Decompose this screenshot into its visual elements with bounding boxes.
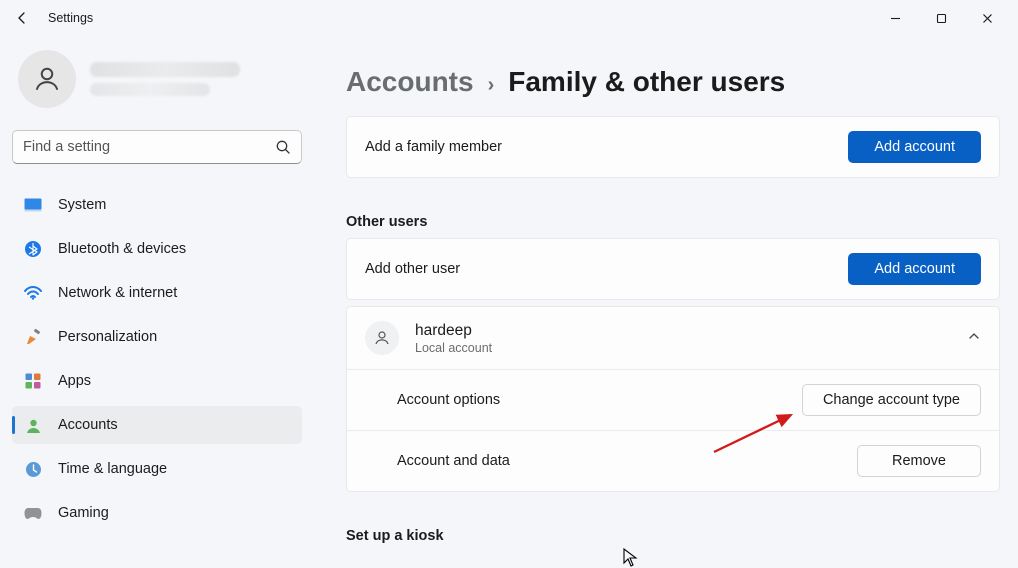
sidebar-item-label: Gaming [58,505,109,521]
add-other-user-label: Add other user [365,261,848,277]
add-other-user-row: Add other user Add account [347,239,999,299]
person-icon [32,64,62,94]
add-other-user-button[interactable]: Add account [848,253,981,285]
add-family-label: Add a family member [365,139,848,155]
profile-text-redacted [90,62,296,96]
profile-block[interactable] [12,36,302,126]
user-avatar [365,321,399,355]
close-button[interactable] [964,4,1010,32]
search-box[interactable] [12,130,302,164]
add-family-button[interactable]: Add account [848,131,981,163]
bluetooth-icon [24,240,42,258]
system-icon [24,196,42,214]
remove-account-button[interactable]: Remove [857,445,981,477]
account-options-row: Account options Change account type [347,369,999,430]
sidebar-item-bluetooth[interactable]: Bluetooth & devices [12,230,302,268]
sidebar-item-label: Bluetooth & devices [58,241,186,257]
apps-icon [24,372,42,390]
account-options-label: Account options [397,392,802,408]
user-name: hardeep [415,322,492,340]
add-family-row: Add a family member Add account [347,117,999,177]
time-icon [24,460,42,478]
sidebar-item-label: System [58,197,106,213]
other-user-header[interactable]: hardeep Local account [347,307,999,369]
chevron-right-icon: › [488,74,495,97]
sidebar-item-label: Apps [58,373,91,389]
page-title: Family & other users [508,66,785,98]
sidebar-item-accounts[interactable]: Accounts [12,406,302,444]
sidebar-item-label: Accounts [58,417,118,433]
chevron-up-icon [967,329,981,347]
search-icon [275,139,291,155]
search-input[interactable] [23,139,275,155]
breadcrumb-parent[interactable]: Accounts [346,66,474,98]
close-icon [982,13,993,24]
kiosk-heading: Set up a kiosk [346,528,1000,544]
network-icon [24,284,42,302]
back-button[interactable] [8,4,36,32]
personalization-icon [24,328,42,346]
minimize-icon [890,13,901,24]
add-other-user-card: Add other user Add account [346,238,1000,300]
main-panel: Accounts › Family & other users Add a fa… [316,36,1018,566]
sidebar-item-network[interactable]: Network & internet [12,274,302,312]
sidebar-item-label: Personalization [58,329,157,345]
sidebar-item-gaming[interactable]: Gaming [12,494,302,532]
accounts-icon [24,416,42,434]
sidebar-item-system[interactable]: System [12,186,302,224]
sidebar-nav: System Bluetooth & devices Network & int… [12,186,302,538]
account-data-label: Account and data [397,453,857,469]
maximize-icon [936,13,947,24]
user-type: Local account [415,341,492,355]
sidebar-item-personalization[interactable]: Personalization [12,318,302,356]
minimize-button[interactable] [872,4,918,32]
sidebar-item-apps[interactable]: Apps [12,362,302,400]
title-bar: Settings [0,0,1018,36]
back-arrow-icon [14,10,30,26]
other-user-card: hardeep Local account Account options Ch… [346,306,1000,492]
app-title: Settings [48,11,93,25]
person-icon [373,329,391,347]
account-data-row: Account and data Remove [347,430,999,491]
window-controls [872,4,1010,32]
sidebar: System Bluetooth & devices Network & int… [0,36,316,566]
sidebar-item-label: Time & language [58,461,167,477]
profile-avatar [18,50,76,108]
family-card: Add a family member Add account [346,116,1000,178]
maximize-button[interactable] [918,4,964,32]
sidebar-item-label: Network & internet [58,285,177,301]
gaming-icon [24,504,42,522]
other-users-heading: Other users [346,214,1000,230]
breadcrumb: Accounts › Family & other users [346,66,1000,98]
sidebar-item-time[interactable]: Time & language [12,450,302,488]
change-account-type-button[interactable]: Change account type [802,384,981,416]
